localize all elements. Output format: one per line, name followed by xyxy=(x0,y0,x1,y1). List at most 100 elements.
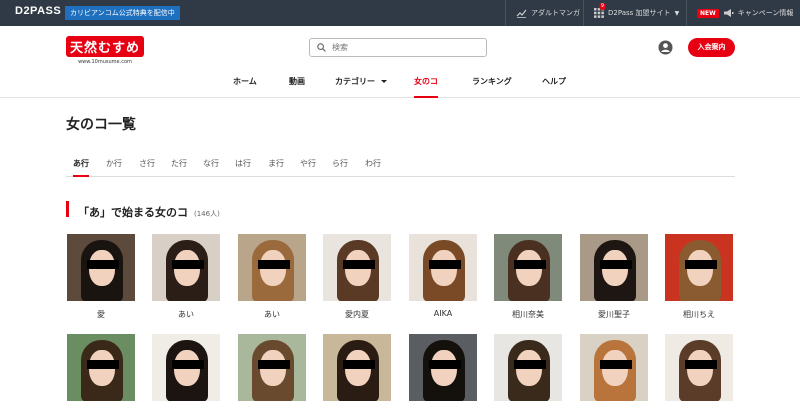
girl-card[interactable]: 愛内夏 xyxy=(323,234,391,320)
search-icon xyxy=(317,43,326,52)
tab-a[interactable]: あ行 xyxy=(73,158,89,177)
nav-help[interactable]: ヘルプ xyxy=(542,76,566,98)
girl-photo[interactable] xyxy=(323,234,391,301)
nav-categories[interactable]: カテゴリー xyxy=(335,76,387,98)
nav-ranking[interactable]: ランキング xyxy=(472,76,512,98)
d2pass-sites-label: D2Pass 加盟サイト xyxy=(608,9,671,17)
girl-photo[interactable] xyxy=(665,334,733,401)
girl-photo[interactable] xyxy=(152,234,220,301)
search-box[interactable] xyxy=(309,38,487,57)
girl-name[interactable]: あい xyxy=(238,309,306,320)
nav-help-label: ヘルプ xyxy=(542,77,566,86)
nav-ranking-label: ランキング xyxy=(472,77,512,86)
promo-banner[interactable]: カリビアンコム公式特典を配信中 xyxy=(65,6,180,20)
girl-card[interactable]: 相川ちえ xyxy=(665,234,733,320)
girl-card[interactable] xyxy=(323,334,391,409)
girl-card[interactable]: あい xyxy=(152,234,220,320)
user-account-icon[interactable] xyxy=(658,40,673,55)
nav-videos[interactable]: 動画 xyxy=(289,76,305,98)
girl-photo[interactable] xyxy=(665,234,733,301)
censor-bar xyxy=(87,360,119,369)
girl-name[interactable]: 相川ちえ xyxy=(665,309,733,320)
girl-photo[interactable] xyxy=(238,234,306,301)
section-heading: 「あ」で始まる女のコ (146人) xyxy=(66,201,220,219)
censor-bar xyxy=(600,260,632,269)
girl-photo[interactable] xyxy=(409,234,477,301)
girl-card[interactable] xyxy=(67,334,135,409)
girl-photo[interactable] xyxy=(152,334,220,401)
girl-photo[interactable] xyxy=(580,234,648,301)
girl-photo[interactable] xyxy=(238,334,306,401)
top-divider xyxy=(505,0,506,26)
nav-girls[interactable]: 女のコ xyxy=(414,76,438,98)
campaign-link[interactable]: NEW キャンペーン情報 xyxy=(697,0,793,26)
censor-bar xyxy=(514,260,546,269)
girl-photo[interactable] xyxy=(409,334,477,401)
adult-manga-link[interactable]: アダルトマンガ xyxy=(516,0,580,26)
campaign-label: キャンペーン情報 xyxy=(737,9,794,17)
girl-photo[interactable] xyxy=(494,234,562,301)
nav-home-label: ホーム xyxy=(233,77,257,86)
tab-na[interactable]: な行 xyxy=(203,158,219,177)
tab-sa[interactable]: さ行 xyxy=(139,158,155,177)
tab-wa[interactable]: わ行 xyxy=(365,158,381,177)
adult-manga-label: アダルトマンガ xyxy=(531,9,580,17)
girl-name[interactable]: あい xyxy=(152,309,220,320)
girl-card[interactable] xyxy=(409,334,477,409)
site-header: 天然むすめ www.10musume.com 入会案内 ホーム 動画 カテゴリー… xyxy=(0,26,800,98)
girl-name[interactable]: 愛 xyxy=(67,309,135,320)
caret-down-icon xyxy=(381,80,387,83)
girl-photo[interactable] xyxy=(323,334,391,401)
girl-card[interactable]: 相川奈美 xyxy=(494,234,562,320)
d2pass-sites-menu[interactable]: 9 D2Pass 加盟サイト ▼ xyxy=(594,0,679,26)
chevron-down-icon: ▼ xyxy=(674,9,680,17)
girl-photo[interactable] xyxy=(494,334,562,401)
tab-ka[interactable]: か行 xyxy=(106,158,122,177)
girl-card[interactable] xyxy=(665,334,733,409)
tab-ma[interactable]: ま行 xyxy=(268,158,284,177)
nav-girls-label: 女のコ xyxy=(414,77,438,86)
girl-photo[interactable] xyxy=(67,234,135,301)
tab-ya[interactable]: や行 xyxy=(300,158,316,177)
main-nav: ホーム 動画 カテゴリー 女のコ ランキング ヘルプ xyxy=(0,72,800,98)
girl-name[interactable]: 愛川聖子 xyxy=(580,309,648,320)
censor-bar xyxy=(600,360,632,369)
top-bar: D2PASS カリビアンコム公式特典を配信中 アダルトマンガ 9 D2Pass … xyxy=(0,0,800,26)
girl-card[interactable] xyxy=(152,334,220,409)
girl-name[interactable]: 相川奈美 xyxy=(494,309,562,320)
girl-card[interactable] xyxy=(494,334,562,409)
censor-bar xyxy=(514,360,546,369)
tab-ra[interactable]: ら行 xyxy=(332,158,348,177)
censor-bar xyxy=(685,260,717,269)
d2pass-logo-text: D2PASS xyxy=(15,5,62,17)
d2pass-logo[interactable]: D2PASS xyxy=(15,5,61,17)
nav-home[interactable]: ホーム xyxy=(233,76,257,98)
grid-icon: 9 xyxy=(594,3,606,18)
girl-card[interactable]: AIKA xyxy=(409,234,477,318)
censor-bar xyxy=(685,360,717,369)
tab-ta[interactable]: た行 xyxy=(171,158,187,177)
kana-tabs: あ行 か行 さ行 た行 な行 は行 ま行 や行 ら行 わ行 xyxy=(66,150,735,177)
censor-bar xyxy=(429,360,461,369)
girl-card[interactable] xyxy=(238,334,306,409)
censor-bar xyxy=(172,260,204,269)
girl-card[interactable]: 愛 xyxy=(67,234,135,320)
nav-videos-label: 動画 xyxy=(289,77,305,86)
censor-bar xyxy=(343,260,375,269)
censor-bar xyxy=(87,260,119,269)
girl-card[interactable]: 愛川聖子 xyxy=(580,234,648,320)
top-divider xyxy=(583,0,584,26)
sites-count-badge: 9 xyxy=(599,3,606,10)
girl-card[interactable]: あい xyxy=(238,234,306,320)
site-logo[interactable]: 天然むすめ www.10musume.com xyxy=(66,36,144,65)
girl-name[interactable]: 愛内夏 xyxy=(323,309,391,320)
girl-name[interactable]: AIKA xyxy=(409,309,477,318)
girl-photo[interactable] xyxy=(67,334,135,401)
tab-ha[interactable]: は行 xyxy=(235,158,251,177)
censor-bar xyxy=(258,260,290,269)
girl-card[interactable] xyxy=(580,334,648,409)
page-title: 女のコ一覧 xyxy=(66,117,136,133)
join-button[interactable]: 入会案内 xyxy=(688,38,735,57)
girl-photo[interactable] xyxy=(580,334,648,401)
search-input[interactable] xyxy=(332,41,482,54)
